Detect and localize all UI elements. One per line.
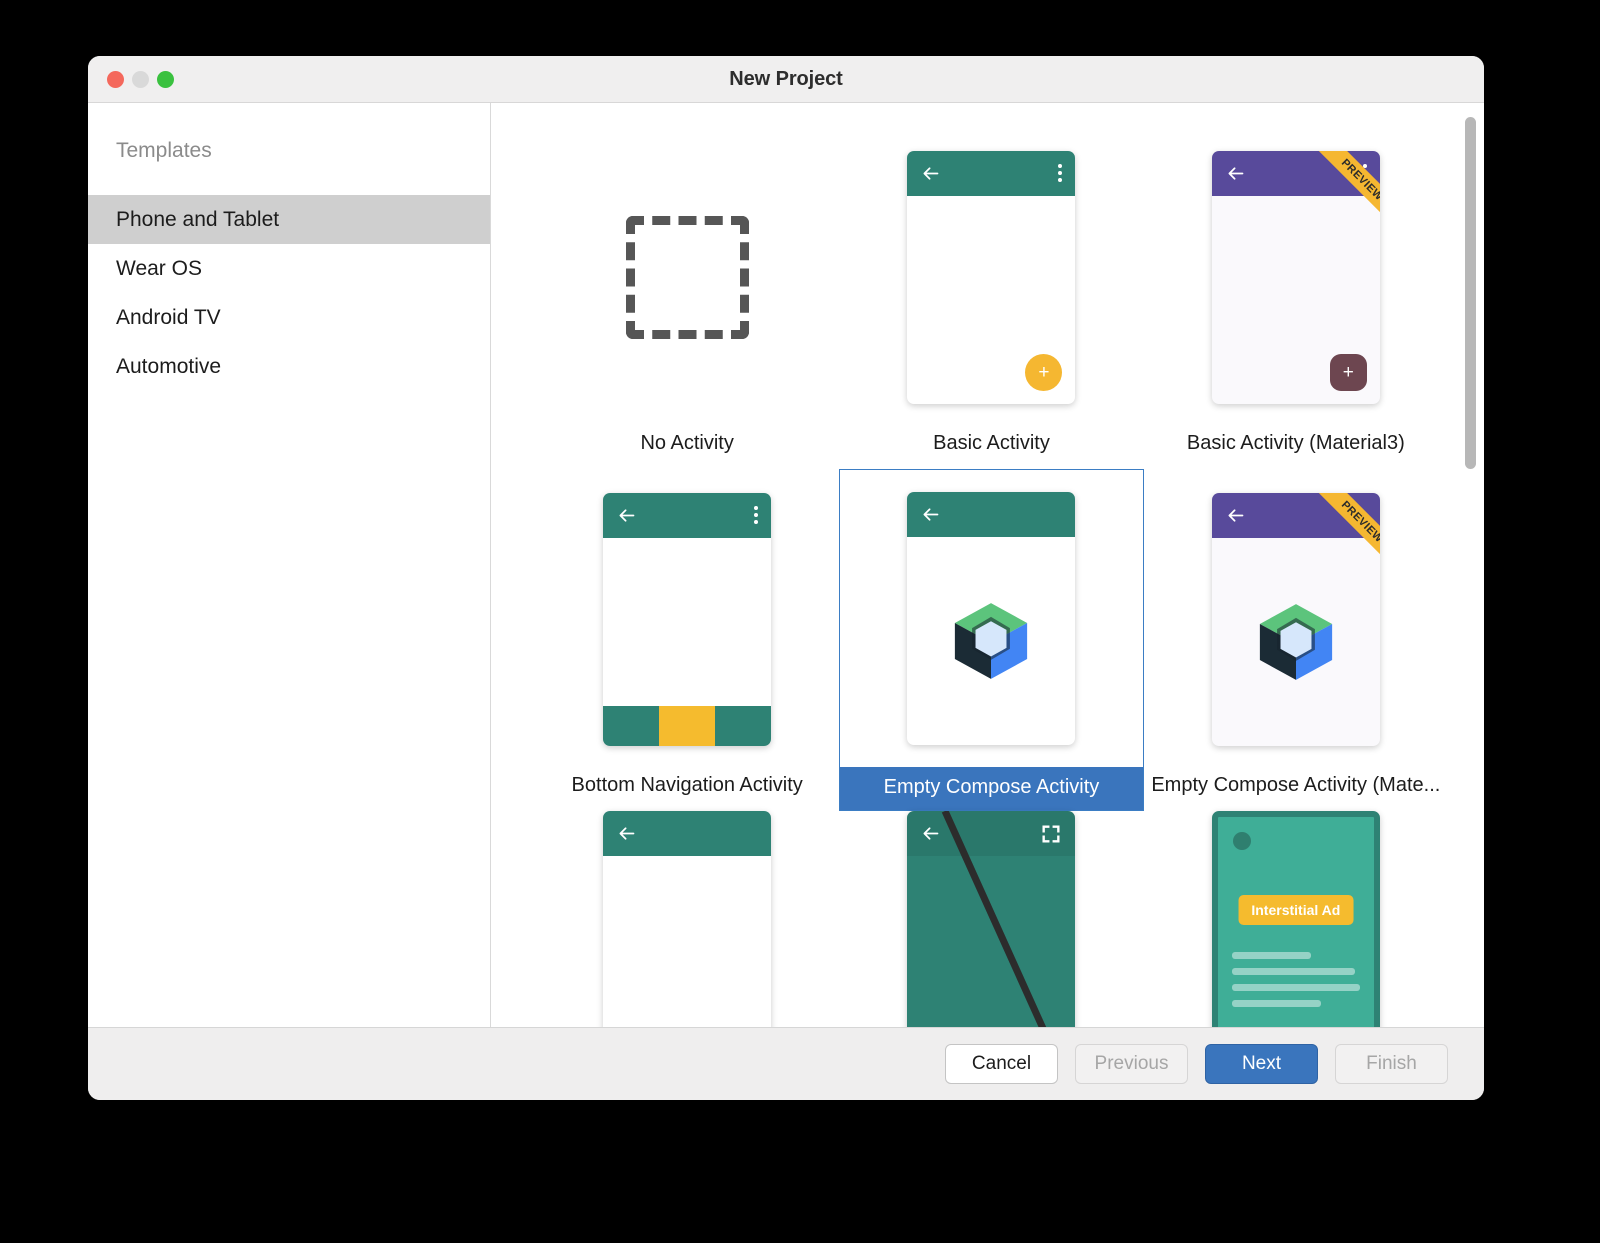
- sidebar-item-label: Android TV: [116, 306, 221, 330]
- template-card-basic-activity-material3[interactable]: PREVIEW + Basic Activity (Material3): [1144, 127, 1448, 469]
- interstitial-ad-badge: Interstitial Ad: [1238, 895, 1353, 925]
- sidebar-item-wear-os[interactable]: Wear OS: [88, 244, 490, 293]
- app-bar: [1212, 151, 1380, 196]
- camera-dot-icon: [1233, 832, 1251, 850]
- sidebar-item-label: Wear OS: [116, 257, 202, 281]
- sidebar-item-label: Phone and Tablet: [116, 208, 279, 232]
- phone-mock: [907, 492, 1075, 745]
- bottom-nav-item: [603, 706, 659, 746]
- template-thumbnail: Interstitial Ad: [1144, 811, 1448, 1027]
- phone-mock: Interstitial Ad: [1212, 811, 1380, 1027]
- window-title: New Project: [88, 68, 1484, 91]
- template-card-bottom-navigation-activity[interactable]: Bottom Navigation Activity: [535, 469, 839, 811]
- phone-mock: [907, 811, 1075, 1027]
- template-thumbnail: [535, 469, 839, 769]
- previous-button[interactable]: Previous: [1075, 1044, 1188, 1084]
- app-bar: [907, 492, 1075, 537]
- template-label: Basic Activity: [839, 427, 1143, 469]
- app-bar: [603, 493, 771, 538]
- template-card-basic-activity[interactable]: + Basic Activity: [839, 127, 1143, 469]
- back-arrow-icon: [920, 504, 941, 525]
- back-arrow-icon: [920, 823, 941, 844]
- template-label: No Activity: [535, 427, 839, 469]
- overflow-menu-icon: [1363, 164, 1367, 182]
- phone-mock: [603, 493, 771, 746]
- templates-scrollbar[interactable]: [1465, 111, 1476, 1019]
- fullscreen-icon: [1040, 823, 1062, 845]
- template-label: Bottom Navigation Activity: [535, 769, 839, 811]
- template-thumbnail: [840, 470, 1142, 767]
- floating-action-button-icon: +: [1025, 354, 1062, 391]
- template-thumbnail: +: [839, 127, 1143, 427]
- bottom-nav-item-active: [659, 706, 715, 746]
- templates-sidebar: Templates Phone and Tablet Wear OS Andro…: [88, 103, 491, 1027]
- jetpack-compose-logo-icon: [948, 598, 1034, 684]
- template-card-empty-compose-activity[interactable]: Empty Compose Activity: [839, 469, 1143, 811]
- template-card-interstitial-ad-activity[interactable]: Interstitial Ad: [1144, 811, 1448, 1027]
- traffic-lights: [88, 71, 174, 88]
- minimize-window-button[interactable]: [132, 71, 149, 88]
- template-thumbnail: [839, 811, 1143, 1027]
- template-thumbnail: PREVIEW: [1144, 469, 1448, 769]
- template-card-row3-col1[interactable]: [535, 811, 839, 1027]
- template-thumbnail: PREVIEW +: [1144, 127, 1448, 427]
- template-card-empty-compose-activity-material3[interactable]: PREVIEW: [1144, 469, 1448, 811]
- templates-grid: No Activity +: [491, 103, 1484, 1027]
- app-bar: [907, 151, 1075, 196]
- placeholder-text-lines: [1232, 952, 1360, 1016]
- next-button[interactable]: Next: [1205, 1044, 1318, 1084]
- template-label: Empty Compose Activity (Mate...: [1144, 769, 1448, 811]
- sidebar-item-label: Automotive: [116, 355, 221, 379]
- window-titlebar: New Project: [88, 56, 1484, 103]
- template-card-fullscreen-activity[interactable]: [839, 811, 1143, 1027]
- phone-mock: PREVIEW: [1212, 493, 1380, 746]
- app-bar: [1212, 493, 1380, 538]
- dialog-footer: Cancel Previous Next Finish: [88, 1027, 1484, 1100]
- new-project-dialog: New Project Templates Phone and Tablet W…: [88, 56, 1484, 1100]
- sidebar-item-android-tv[interactable]: Android TV: [88, 293, 490, 342]
- back-arrow-icon: [1225, 163, 1246, 184]
- back-arrow-icon: [1225, 505, 1246, 526]
- scrollbar-thumb[interactable]: [1465, 117, 1476, 469]
- template-thumbnail: [535, 127, 839, 427]
- app-bar: [907, 811, 1075, 856]
- template-label: Empty Compose Activity: [840, 767, 1142, 810]
- template-label: Basic Activity (Material3): [1144, 427, 1448, 469]
- finish-button[interactable]: Finish: [1335, 1044, 1448, 1084]
- phone-mock: +: [907, 151, 1075, 404]
- maximize-window-button[interactable]: [157, 71, 174, 88]
- phone-mock: [603, 811, 771, 1027]
- back-arrow-icon: [920, 163, 941, 184]
- template-card-no-activity[interactable]: No Activity: [535, 127, 839, 469]
- overflow-menu-icon: [1058, 164, 1062, 182]
- close-window-button[interactable]: [107, 71, 124, 88]
- sidebar-header: Templates: [88, 139, 490, 163]
- sidebar-item-automotive[interactable]: Automotive: [88, 342, 490, 391]
- cancel-button[interactable]: Cancel: [945, 1044, 1058, 1084]
- dashed-square-icon: [626, 216, 749, 339]
- template-thumbnail: [535, 811, 839, 1027]
- overflow-menu-icon: [754, 506, 758, 524]
- floating-action-button-icon: +: [1330, 354, 1367, 391]
- jetpack-compose-logo-icon: [1253, 599, 1339, 685]
- sidebar-item-phone-and-tablet[interactable]: Phone and Tablet: [88, 195, 490, 244]
- dialog-body: Templates Phone and Tablet Wear OS Andro…: [88, 103, 1484, 1027]
- back-arrow-icon: [616, 505, 637, 526]
- back-arrow-icon: [616, 823, 637, 844]
- bottom-nav-item: [715, 706, 771, 746]
- bottom-navigation-bar: [603, 706, 771, 746]
- templates-pane: No Activity +: [491, 103, 1484, 1027]
- app-bar: [603, 811, 771, 856]
- phone-mock: PREVIEW +: [1212, 151, 1380, 404]
